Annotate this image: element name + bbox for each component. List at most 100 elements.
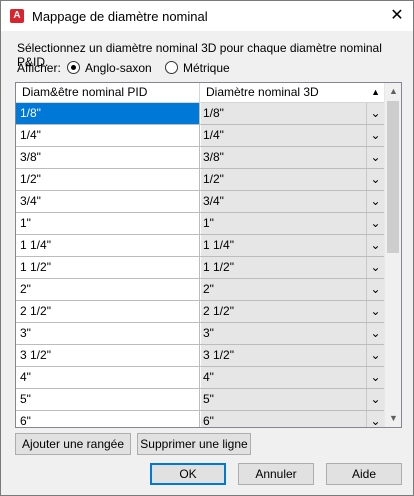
pid-size-cell[interactable]: 1 1/4" — [16, 235, 200, 256]
chevron-down-icon[interactable]: ⌄ — [366, 389, 384, 410]
3d-size-value: 3 1/2" — [203, 348, 234, 362]
3d-size-dropdown[interactable]: 3/8" ⌄ — [201, 147, 384, 168]
chevron-down-icon[interactable]: ⌄ — [366, 367, 384, 388]
scroll-up-icon[interactable]: ▲ — [385, 83, 401, 100]
radio-label-metrique[interactable]: Métrique — [183, 61, 230, 75]
pid-size-cell[interactable]: 1" — [16, 213, 200, 234]
3d-size-value: 6" — [203, 414, 214, 428]
chevron-down-icon[interactable]: ⌄ — [366, 257, 384, 278]
table-row[interactable]: 1" 1" ⌄ — [16, 213, 384, 235]
3d-size-dropdown[interactable]: 2 1/2" ⌄ — [201, 301, 384, 322]
size-mapping-table: Diam&être nominal PID Diamètre nominal 3… — [15, 82, 402, 428]
chevron-down-icon[interactable]: ⌄ — [366, 323, 384, 344]
3d-size-value: 3/4" — [203, 194, 224, 208]
chevron-down-icon[interactable]: ⌄ — [366, 169, 384, 190]
add-row-button[interactable]: Ajouter une rangée — [15, 433, 131, 455]
3d-size-value: 1 1/2" — [203, 260, 234, 274]
3d-size-dropdown[interactable]: 5" ⌄ — [201, 389, 384, 410]
close-icon[interactable]: ✕ — [382, 2, 412, 30]
pid-size-cell[interactable]: 1/4" — [16, 125, 200, 146]
3d-size-dropdown[interactable]: 3/4" ⌄ — [201, 191, 384, 212]
chevron-down-icon[interactable]: ⌄ — [366, 411, 384, 427]
table-row[interactable]: 2 1/2" 2 1/2" ⌄ — [16, 301, 384, 323]
title-bar: A Mappage de diamètre nominal ✕ — [1, 1, 413, 31]
radio-anglo-saxon[interactable] — [67, 61, 80, 74]
chevron-down-icon[interactable]: ⌄ — [366, 125, 384, 146]
3d-size-value: 5" — [203, 392, 214, 406]
scroll-down-icon[interactable]: ▼ — [385, 410, 401, 427]
delete-row-button[interactable]: Supprimer une ligne — [137, 433, 251, 455]
3d-size-value: 4" — [203, 370, 214, 384]
pid-size-cell[interactable]: 1/8" — [16, 103, 200, 124]
table-row[interactable]: 3/4" 3/4" ⌄ — [16, 191, 384, 213]
pid-size-cell[interactable]: 1 1/2" — [16, 257, 200, 278]
3d-size-dropdown[interactable]: 1 1/4" ⌄ — [201, 235, 384, 256]
column-header-pid[interactable]: Diam&être nominal PID — [16, 83, 200, 102]
table-row[interactable]: 1/2" 1/2" ⌄ — [16, 169, 384, 191]
3d-size-dropdown[interactable]: 1 1/2" ⌄ — [201, 257, 384, 278]
vertical-scrollbar[interactable]: ▲ ▼ — [384, 83, 401, 427]
3d-size-value: 2" — [203, 282, 214, 296]
ok-button[interactable]: OK — [150, 463, 226, 485]
pid-size-cell[interactable]: 6" — [16, 411, 200, 427]
table-row[interactable]: 2" 2" ⌄ — [16, 279, 384, 301]
table-body: 1/8" 1/8" ⌄ 1/4" 1/4" ⌄ 3/8" 3/8" ⌄ 1/2" 1/2" ⌄ 3/4"… — [16, 103, 384, 428]
scrollbar-thumb[interactable] — [387, 101, 399, 253]
3d-size-value: 1 1/4" — [203, 238, 234, 252]
chevron-down-icon[interactable]: ⌄ — [366, 103, 384, 124]
pid-size-cell[interactable]: 3" — [16, 323, 200, 344]
pid-size-cell[interactable]: 3/8" — [16, 147, 200, 168]
pid-size-cell[interactable]: 3/4" — [16, 191, 200, 212]
chevron-down-icon[interactable]: ⌄ — [366, 345, 384, 366]
cancel-button[interactable]: Annuler — [238, 463, 314, 485]
3d-size-dropdown[interactable]: 1" ⌄ — [201, 213, 384, 234]
table-row[interactable]: 3" 3" ⌄ — [16, 323, 384, 345]
3d-size-dropdown[interactable]: 3" ⌄ — [201, 323, 384, 344]
table-row[interactable]: 6" 6" ⌄ — [16, 411, 384, 428]
3d-size-dropdown[interactable]: 4" ⌄ — [201, 367, 384, 388]
3d-size-value: 1/8" — [203, 106, 224, 120]
radio-label-anglo-saxon[interactable]: Anglo-saxon — [85, 61, 152, 75]
3d-size-value: 3/8" — [203, 150, 224, 164]
3d-size-value: 1/4" — [203, 128, 224, 142]
column-header-3d-label: Diamètre nominal 3D — [206, 85, 319, 99]
chevron-down-icon[interactable]: ⌄ — [366, 301, 384, 322]
3d-size-value: 1" — [203, 216, 214, 230]
table-row[interactable]: 3/8" 3/8" ⌄ — [16, 147, 384, 169]
column-header-3d[interactable]: Diamètre nominal 3D ▲ — [200, 83, 384, 102]
pid-size-cell[interactable]: 3 1/2" — [16, 345, 200, 366]
pid-size-cell[interactable]: 1/2" — [16, 169, 200, 190]
3d-size-dropdown[interactable]: 6" ⌄ — [201, 411, 384, 428]
chevron-down-icon[interactable]: ⌄ — [366, 213, 384, 234]
3d-size-value: 2 1/2" — [203, 304, 234, 318]
table-row[interactable]: 1/8" 1/8" ⌄ — [16, 103, 384, 125]
chevron-down-icon[interactable]: ⌄ — [366, 279, 384, 300]
pid-size-cell[interactable]: 2 1/2" — [16, 301, 200, 322]
pid-size-cell[interactable]: 4" — [16, 367, 200, 388]
autocad-logo-icon: A — [10, 9, 24, 23]
help-button[interactable]: Aide — [326, 463, 402, 485]
pid-size-cell[interactable]: 5" — [16, 389, 200, 410]
chevron-down-icon[interactable]: ⌄ — [366, 147, 384, 168]
pid-size-cell[interactable]: 2" — [16, 279, 200, 300]
table-row[interactable]: 1 1/4" 1 1/4" ⌄ — [16, 235, 384, 257]
sort-ascending-icon: ▲ — [371, 87, 380, 97]
3d-size-dropdown[interactable]: 3 1/2" ⌄ — [201, 345, 384, 366]
3d-size-dropdown[interactable]: 2" ⌄ — [201, 279, 384, 300]
3d-size-dropdown[interactable]: 1/4" ⌄ — [201, 125, 384, 146]
window-title: Mappage de diamètre nominal — [32, 9, 208, 24]
table-row[interactable]: 4" 4" ⌄ — [16, 367, 384, 389]
3d-size-dropdown[interactable]: 1/2" ⌄ — [201, 169, 384, 190]
chevron-down-icon[interactable]: ⌄ — [366, 191, 384, 212]
chevron-down-icon[interactable]: ⌄ — [366, 235, 384, 256]
table-header: Diam&être nominal PID Diamètre nominal 3… — [16, 83, 384, 103]
table-row[interactable]: 3 1/2" 3 1/2" ⌄ — [16, 345, 384, 367]
table-row[interactable]: 5" 5" ⌄ — [16, 389, 384, 411]
dialog-window: A Mappage de diamètre nominal ✕ Sélectio… — [0, 0, 414, 496]
3d-size-value: 1/2" — [203, 172, 224, 186]
radio-metrique[interactable] — [165, 61, 178, 74]
3d-size-dropdown[interactable]: 1/8" ⌄ — [201, 103, 384, 124]
3d-size-value: 3" — [203, 326, 214, 340]
table-row[interactable]: 1/4" 1/4" ⌄ — [16, 125, 384, 147]
table-row[interactable]: 1 1/2" 1 1/2" ⌄ — [16, 257, 384, 279]
